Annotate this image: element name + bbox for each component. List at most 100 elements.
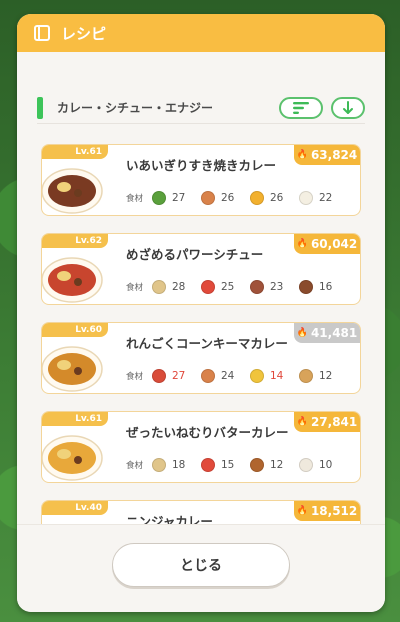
recipe-level-badge: Lv.61 [42,412,108,426]
sausage-icon [201,369,215,383]
ingredient-quantity: 18 [172,459,186,471]
milk-icon [299,458,313,472]
sort-icon [293,101,309,114]
ingredient-quantity: 12 [270,459,284,471]
ingredient-quantity: 24 [221,370,235,382]
potato-icon [152,458,166,472]
recipe-card[interactable]: Lv.61 ぜったいねむりバターカレー 🔥 27,841 食材 18 15 12 10 [41,411,361,483]
egg-icon [299,191,313,205]
energy-badge: 🔥 63,824 [294,145,360,165]
ingredient-quantity: 22 [319,192,333,204]
energy-value: 63,824 [310,148,358,162]
ingredient-row: 食材 27 24 14 12 [126,367,352,385]
leek-icon [152,191,166,205]
ingredient-item: 23 [250,280,299,294]
ingredient-item: 24 [201,369,250,383]
category-marker [37,96,43,119]
ingredient-quantity: 26 [270,192,284,204]
ingredient-row: 食材 27 26 26 22 [126,189,352,207]
mushroom-icon [250,280,264,294]
recipe-name: めざめるパワーシチュー [126,247,264,262]
energy-badge: 🔥 18,512 [294,501,360,521]
ingredient-quantity: 27 [172,370,186,382]
ingredient-quantity: 10 [319,459,333,471]
herb-icon [152,369,166,383]
dish-image [42,168,103,214]
ingredient-row: 食材 18 15 12 10 [126,456,352,474]
ingredient-item: 27 [152,369,201,383]
recipe-level-badge: Lv.60 [42,323,108,337]
ingredient-item: 14 [250,369,299,383]
ingredient-quantity: 27 [172,192,186,204]
sort-button[interactable] [279,96,323,119]
ingredients-label: 食材 [126,283,144,293]
ingredient-item: 10 [299,458,348,472]
ingredients-label: 食材 [126,194,144,204]
energy-value: 41,481 [310,326,358,340]
ingredient-item: 16 [299,280,348,294]
ingredient-item: 27 [152,191,201,205]
ginger-icon [299,369,313,383]
dialog-title: レシピ [61,24,107,43]
recipe-list[interactable]: Lv.61 いあいぎりすき焼きカレー 🔥 63,824 食材 27 26 26 22 Lv.62 め… [17,144,385,536]
recipe-level-badge: Lv.40 [42,501,108,515]
ingredient-quantity: 25 [221,281,235,293]
dish-image [42,346,103,392]
ingredient-quantity: 14 [270,370,284,382]
energy-badge: 🔥 41,481 [294,323,360,343]
ingredients-label: 食材 [126,461,144,471]
sort-order-button[interactable] [331,96,365,119]
recipe-level-badge: Lv.61 [42,145,108,159]
ingredient-quantity: 28 [172,281,186,293]
ingredient-quantity: 23 [270,281,284,293]
recipe-name: ぜったいねむりバターカレー [126,425,289,440]
beans-icon [299,280,313,294]
ingredient-quantity: 16 [319,281,333,293]
ingredient-item: 28 [152,280,201,294]
ingredient-item: 26 [201,191,250,205]
flame-icon: 🔥 [296,506,308,516]
ingredient-quantity: 12 [319,370,333,382]
energy-value: 27,841 [310,415,358,429]
flame-icon: 🔥 [296,417,308,427]
recipe-card[interactable]: Lv.61 いあいぎりすき焼きカレー 🔥 63,824 食材 27 26 26 22 [41,144,361,216]
corn-icon [250,369,264,383]
energy-value: 60,042 [310,237,358,251]
dish-image [42,435,103,481]
energy-badge: 🔥 27,841 [294,412,360,432]
energy-badge: 🔥 60,042 [294,234,360,254]
close-button[interactable]: とじる [112,543,290,587]
recipe-name: れんごくコーンキーマカレー [126,336,288,351]
ingredient-quantity: 26 [221,192,235,204]
recipe-card[interactable]: Lv.60 れんごくコーンキーマカレー 🔥 41,481 食材 27 24 14 12 [41,322,361,394]
tomato-icon [201,458,215,472]
arrow-down-icon [343,100,353,114]
dialog-footer: とじる [17,524,385,612]
filter-row: カレー・シチュー・エナジー [17,52,385,132]
flame-icon: 🔥 [296,239,308,249]
recipe-dialog: レシピ カレー・シチュー・エナジー Lv.61 いあいぎりすき焼きカレー 🔥 6… [17,14,385,612]
ingredient-item: 25 [201,280,250,294]
honey-icon [250,191,264,205]
ingredient-quantity: 15 [221,459,235,471]
cacao-icon [250,458,264,472]
recipe-card[interactable]: Lv.62 めざめるパワーシチュー 🔥 60,042 食材 28 25 23 16 [41,233,361,305]
ingredient-item: 12 [250,458,299,472]
ingredient-item: 26 [250,191,299,205]
dialog-header: レシピ [17,14,385,52]
sausage-icon [201,191,215,205]
category-label: カレー・シチュー・エナジー [57,101,214,115]
dish-image [42,257,103,303]
ingredients-label: 食材 [126,372,144,382]
flame-icon: 🔥 [296,150,308,160]
tomato-icon [201,280,215,294]
potato-icon [152,280,166,294]
ingredient-item: 22 [299,191,348,205]
ingredient-item: 15 [201,458,250,472]
ingredient-row: 食材 28 25 23 16 [126,278,352,296]
filter-bar: カレー・シチュー・エナジー [37,92,365,124]
book-icon [34,25,50,41]
flame-icon: 🔥 [296,328,308,338]
recipe-level-badge: Lv.62 [42,234,108,248]
recipe-name: いあいぎりすき焼きカレー [126,158,277,173]
